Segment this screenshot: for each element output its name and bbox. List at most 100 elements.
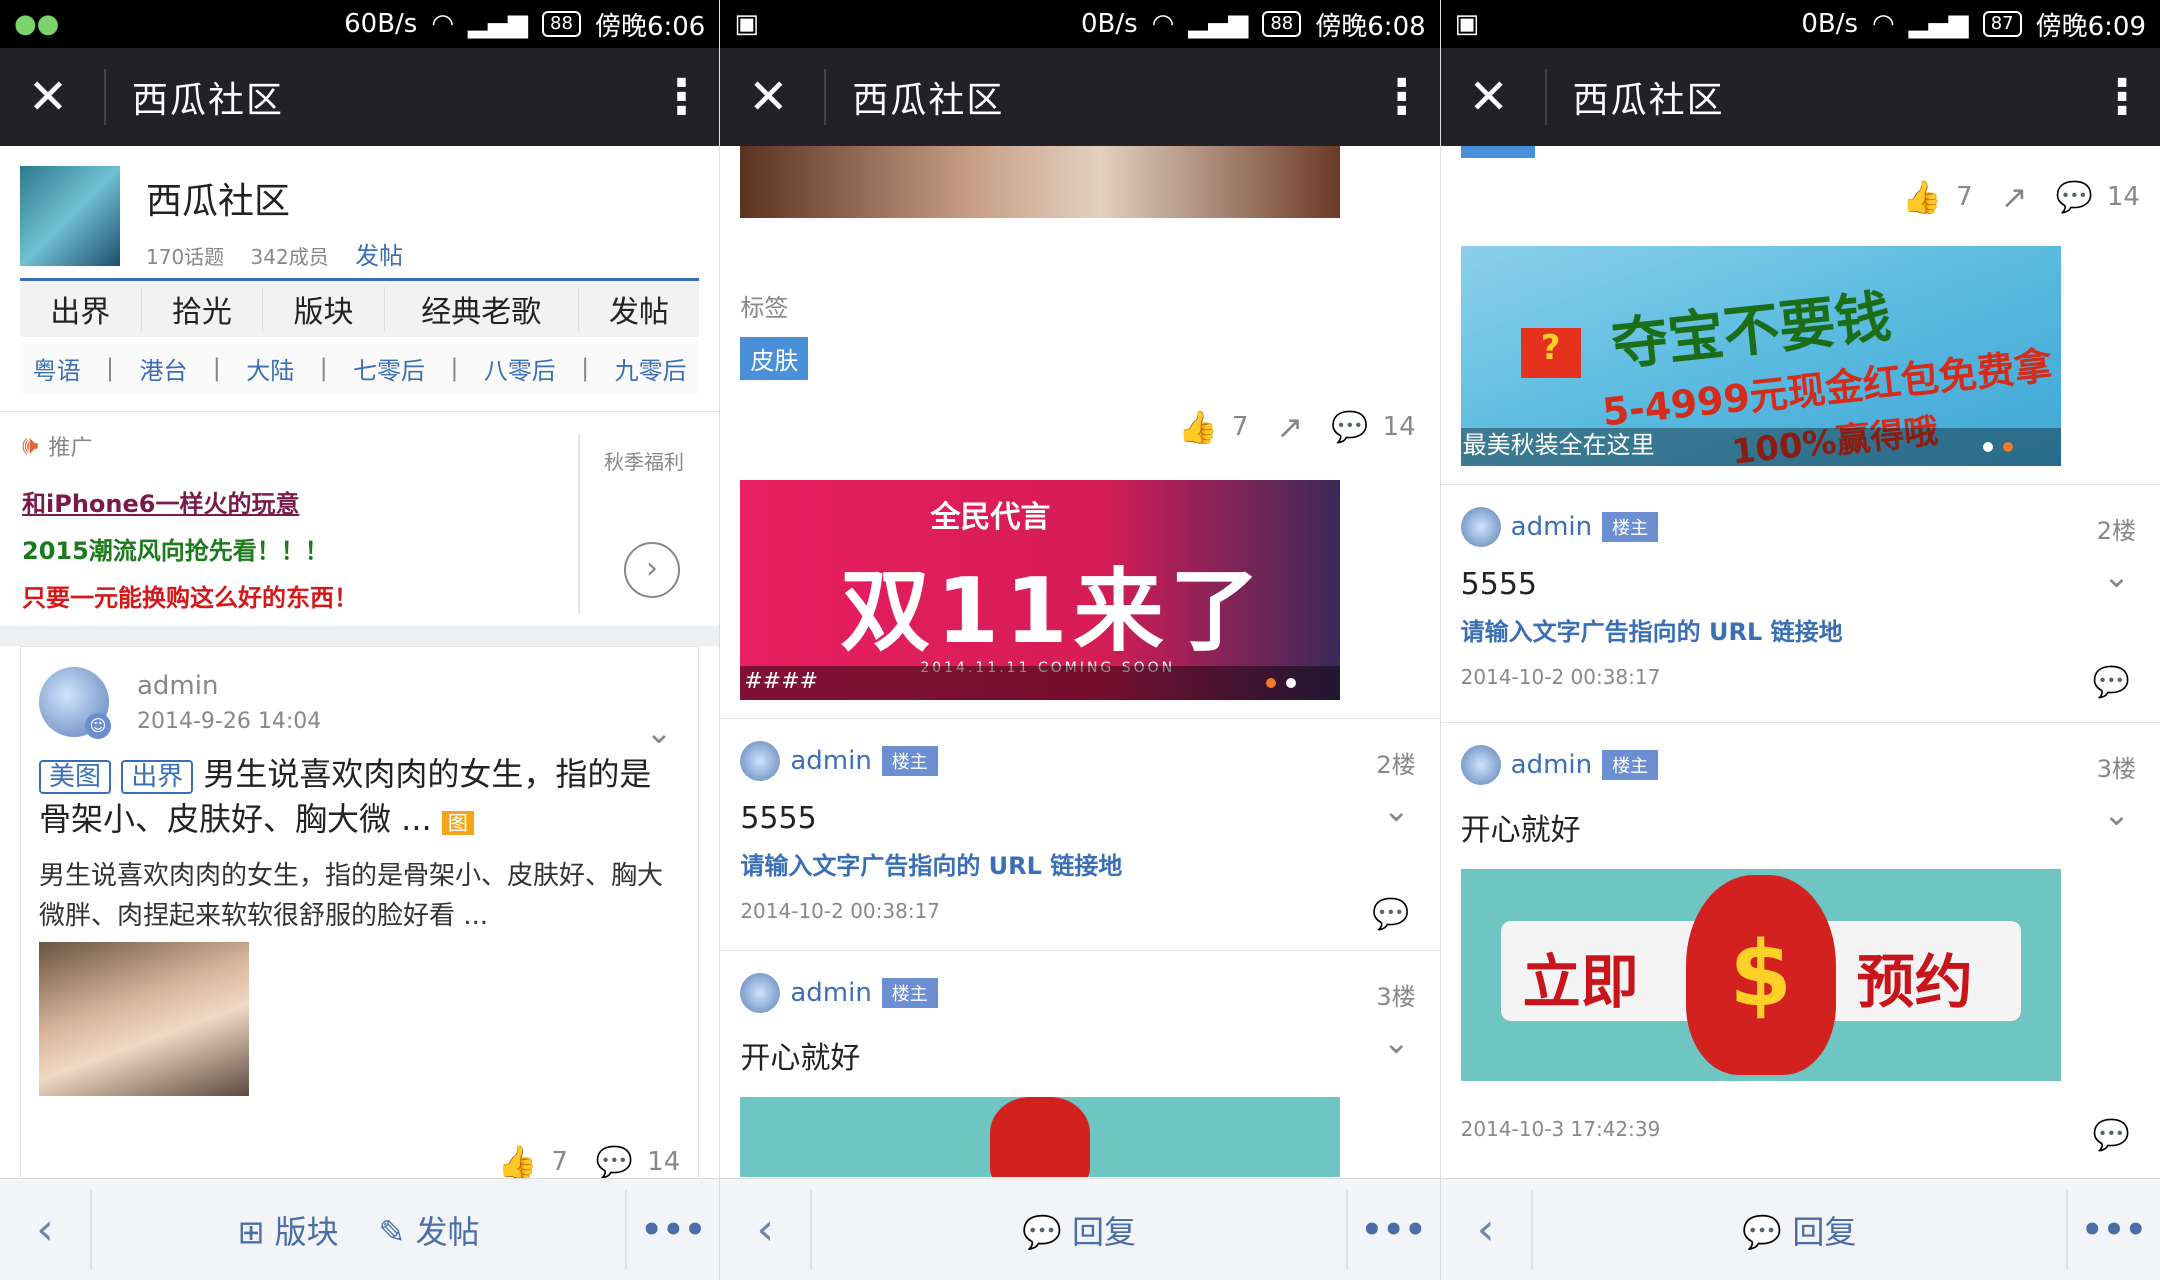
edit-icon: ✎ (378, 1212, 416, 1251)
reply-button[interactable]: 💬 回复 (1742, 1207, 1856, 1253)
board-button[interactable]: ⊞ 版块 (238, 1207, 339, 1253)
banner-top-text: 全民代言 (930, 500, 1051, 535)
ad-link[interactable]: 请输入文字广告指向的 URL 链接地 (1461, 612, 2140, 647)
tab-chujie[interactable]: 出界 (20, 287, 142, 331)
more-menu-icon[interactable]: ⋮ (657, 73, 705, 121)
more-icon[interactable]: ••• (2068, 1210, 2160, 1250)
comment-icon[interactable]: 💬 (2093, 665, 2130, 700)
chevron-down-icon[interactable]: ⌄ (2103, 795, 2130, 833)
reply-text: 开心就好 (740, 1041, 861, 1076)
chevron-down-icon[interactable]: ⌄ (1383, 1023, 1410, 1061)
chevron-down-icon[interactable]: ⌄ (646, 713, 673, 751)
promo-banner-lottery[interactable]: ? 夺宝不要钱 5-4999元现金红包免费拿 100%赢得哦 最美秋装全在这里 (1460, 246, 2061, 466)
reply-floor-3[interactable]: admin 楼主 3楼 ⌄ 开心就好 立即 $ 预约 2014-10-3 17:… (1441, 723, 2160, 1153)
floor-number: 3楼 (1376, 983, 1416, 1011)
comment-icon: 💬 (1742, 1212, 1793, 1251)
like-icon[interactable]: 👍 (1178, 408, 1218, 446)
promo-link-2[interactable]: 2015潮流风向抢先看！！！ (22, 531, 697, 566)
promo-side-label: 秋季福利 (604, 450, 684, 474)
subtab-cantonese[interactable]: 粤语 (33, 351, 81, 386)
comment-icon[interactable]: 💬 (1331, 410, 1368, 445)
battery-icon: 88 (542, 11, 581, 37)
close-icon[interactable]: ✕ (1463, 71, 1515, 123)
tab-bankuai[interactable]: 版块 (263, 287, 385, 331)
like-icon[interactable]: 👍 (497, 1143, 537, 1178)
share-icon[interactable]: ↗ (1276, 408, 1303, 446)
comment-icon[interactable]: 💬 (596, 1145, 633, 1179)
reply-floor-3[interactable]: admin 楼主 3楼 ⌄ 开心就好 (720, 951, 1439, 1177)
promo-link-3[interactable]: 只要一元能换购这么好的东西！ (22, 578, 697, 613)
battery-icon: 88 (1262, 11, 1302, 37)
tag-chip-partial[interactable] (1460, 146, 1535, 158)
page-title: 西瓜社区 (1572, 80, 1725, 121)
tab-classic-songs[interactable]: 经典老歌 (385, 287, 579, 331)
reply-avatar[interactable] (1460, 745, 1501, 785)
more-icon[interactable]: ••• (1348, 1210, 1440, 1250)
carousel-dots[interactable] (1266, 678, 1297, 688)
op-badge: 楼主 (881, 746, 938, 776)
reply-avatar[interactable] (1460, 507, 1501, 547)
promo-link-1[interactable]: 和iPhone6一样火的玩意 (22, 484, 697, 519)
reply-avatar[interactable] (740, 973, 781, 1013)
community-avatar[interactable] (20, 166, 120, 266)
reply-image[interactable]: 立即 $ 预约 (1460, 869, 2061, 1081)
ad-link[interactable]: 请输入文字广告指向的 URL 链接地 (740, 846, 1419, 881)
reply-floor-2[interactable]: admin 楼主 2楼 ⌄ 5555 请输入文字广告指向的 URL 链接地 20… (1440, 485, 2160, 723)
promo-next-icon[interactable]: › (624, 542, 680, 598)
back-icon[interactable]: ‹ (1441, 1204, 1531, 1255)
reply-author[interactable]: admin (790, 978, 871, 1008)
reply-author[interactable]: admin (1511, 750, 1592, 780)
tag-skin[interactable]: 皮肤 (740, 337, 809, 380)
tab-shiguang[interactable]: 拾光 (142, 287, 264, 331)
status-bar: ●● 60B/s ◠ ▂▄▆ 88 傍晚6:06 (0, 0, 720, 48)
reply-text: 5555 (1460, 567, 1538, 602)
reply-image[interactable] (740, 1097, 1341, 1177)
new-post-button[interactable]: ✎ 发帖 (379, 1207, 480, 1253)
subtab-70s[interactable]: 七零后 (353, 351, 425, 386)
author-avatar[interactable]: ☺ (39, 667, 111, 739)
reply-button[interactable]: 💬 回复 (1022, 1207, 1136, 1253)
reserve-text-right: 预约 (1856, 948, 1973, 1016)
app-header: ✕ 西瓜社区 ⋮ (1440, 48, 2160, 146)
chevron-down-icon[interactable]: ⌄ (2103, 557, 2130, 595)
reply-author[interactable]: admin (790, 746, 871, 776)
reply-date: 2014-10-2 00:38:17 (1460, 665, 1661, 689)
wifi-icon: ◠ (431, 9, 455, 39)
comment-count: 14 (1382, 412, 1416, 442)
more-menu-icon[interactable]: ⋮ (2098, 73, 2146, 121)
comment-icon[interactable]: 💬 (2093, 1118, 2130, 1153)
promo-banner-double11[interactable]: 全民代言 双11来了 2014.11.11 COMING SOON #### (740, 480, 1341, 700)
op-badge: 楼主 (1602, 512, 1659, 542)
reply-floor-2[interactable]: admin 楼主 2楼 ⌄ 5555 请输入文字广告指向的 URL 链接地 20… (720, 719, 1440, 951)
post-author[interactable]: admin (137, 671, 321, 701)
tag-chujie[interactable]: 出界 (121, 760, 194, 794)
subtab-90s[interactable]: 九零后 (615, 351, 687, 386)
comment-count: 14 (647, 1147, 681, 1177)
subtab-80s[interactable]: 八零后 (484, 351, 556, 386)
close-icon[interactable]: ✕ (22, 71, 74, 123)
post-link[interactable]: 发帖 (355, 242, 403, 270)
tag-meitu[interactable]: 美图 (39, 760, 112, 794)
back-icon[interactable]: ‹ (0, 1204, 90, 1255)
back-icon[interactable]: ‹ (720, 1204, 810, 1255)
share-icon[interactable]: ↗ (2001, 178, 2028, 216)
carousel-dots[interactable] (1982, 442, 2013, 452)
like-icon[interactable]: 👍 (1902, 178, 1942, 216)
comment-icon[interactable]: 💬 (2056, 180, 2093, 215)
post-thumbnail[interactable] (39, 942, 249, 1096)
reply-author[interactable]: admin (1511, 512, 1592, 542)
subtab-hktw[interactable]: 港台 (139, 351, 187, 386)
clock: 傍晚6:08 (1315, 11, 1426, 42)
subtab-mainland[interactable]: 大陆 (246, 351, 294, 386)
tab-post[interactable]: 发帖 (579, 287, 700, 331)
screen-thread-scrolled: ▣ 0B/s ◠ ▂▄▆ 87 傍晚6:09 ✕ 西瓜社区 ⋮ 👍 7 ↗ 💬 … (1440, 0, 2160, 1280)
more-menu-icon[interactable]: ⋮ (1378, 73, 1426, 121)
post-image-top[interactable] (740, 146, 1341, 218)
reply-avatar[interactable] (740, 741, 781, 781)
chevron-down-icon[interactable]: ⌄ (1383, 791, 1410, 829)
gallery-icon: ▣ (1454, 9, 1480, 39)
comment-icon[interactable]: 💬 (1372, 897, 1409, 932)
more-icon[interactable]: ••• (627, 1210, 719, 1250)
post-card[interactable]: ☺ admin 2014-9-26 14:04 ⌄ 美图 出界 男生说喜欢肉肉的… (20, 646, 700, 1179)
close-icon[interactable]: ✕ (742, 71, 794, 123)
